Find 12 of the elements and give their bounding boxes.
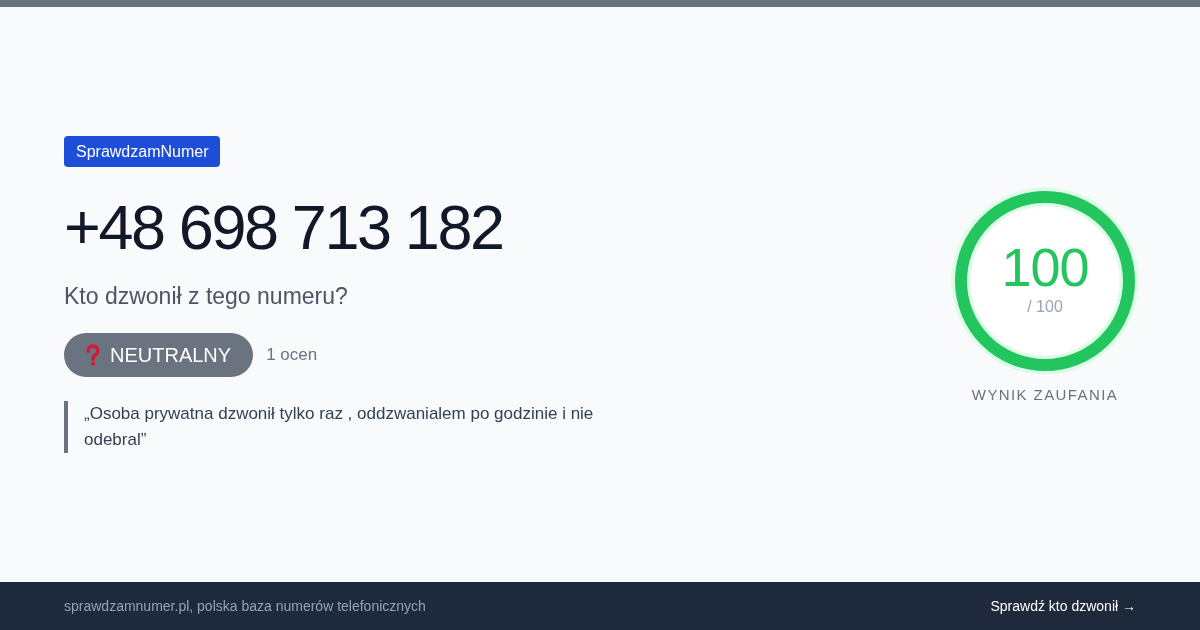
phone-number: +48 698 713 182	[64, 191, 503, 263]
score-caption: WYNIK ZAUFANIA	[971, 386, 1119, 403]
score-max: / 100	[1027, 297, 1063, 317]
footer-text: sprawdzamnumer.pl, polska baza numerów telefonicznych	[64, 598, 426, 614]
question-text: Kto dzwonił z tego numeru?	[64, 282, 348, 311]
brand-label: SprawdzamNumer	[64, 136, 221, 167]
question-mark-icon	[86, 344, 100, 366]
score-value: 100	[1001, 239, 1089, 295]
rating-label: NEUTRALNY	[110, 343, 232, 367]
rating-count: 1 ocen	[266, 345, 318, 365]
check-caller-link[interactable]: Sprawdź kto dzwonił →	[990, 598, 1136, 614]
review-quote: „Osoba prywatna dzwonił tylko raz , oddzwanialem po godzinie i nie odebral”	[64, 401, 629, 453]
